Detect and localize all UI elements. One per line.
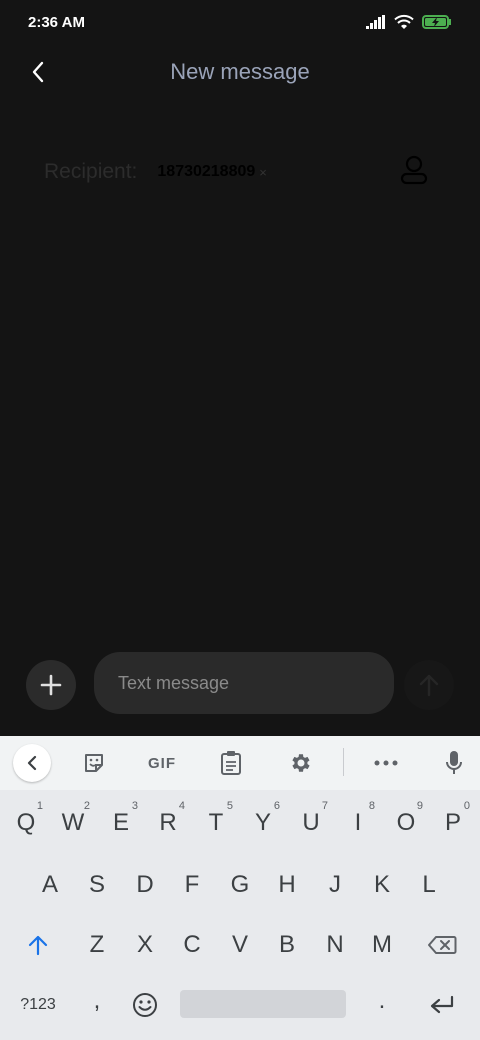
back-button[interactable]	[20, 54, 56, 90]
enter-icon	[430, 995, 454, 1014]
space-key[interactable]	[180, 990, 346, 1018]
symbols-key[interactable]: ?123	[8, 980, 68, 1030]
shift-icon	[28, 935, 48, 956]
key-m[interactable]: M	[359, 920, 405, 970]
keyboard-toolbar: GIF	[0, 736, 480, 790]
key-p[interactable]: P0	[430, 798, 476, 848]
recipient-label: Recipient:	[44, 160, 138, 183]
status-bar: 2:36 AM	[0, 0, 480, 44]
chip-remove-icon[interactable]: ×	[259, 165, 267, 180]
keyboard-collapse-button[interactable]	[13, 744, 51, 782]
key-r[interactable]: R4	[145, 798, 191, 848]
backspace-key[interactable]	[414, 920, 470, 970]
key-u[interactable]: U7	[288, 798, 334, 848]
key-t[interactable]: T5	[193, 798, 239, 848]
key-o[interactable]: O9	[383, 798, 429, 848]
sticker-button[interactable]	[74, 744, 114, 782]
key-h[interactable]: H	[264, 860, 310, 910]
status-icons	[366, 14, 452, 30]
recipient-chip[interactable]: 18730218809	[157, 163, 255, 181]
header: New message	[0, 44, 480, 100]
plus-icon	[40, 674, 62, 696]
arrow-up-icon	[419, 674, 439, 697]
key-a[interactable]: A	[27, 860, 73, 910]
emoji-icon	[133, 993, 157, 1017]
person-icon	[400, 155, 428, 185]
comma-key[interactable]: ,	[74, 976, 120, 1026]
clipboard-icon	[221, 751, 241, 775]
enter-key[interactable]	[416, 980, 468, 1030]
key-w[interactable]: W2	[50, 798, 96, 848]
backspace-icon	[428, 936, 457, 954]
page-title: New message	[170, 59, 310, 84]
key-e[interactable]: E3	[98, 798, 144, 848]
key-d[interactable]: D	[122, 860, 168, 910]
key-y[interactable]: Y6	[240, 798, 286, 848]
key-f[interactable]: F	[169, 860, 215, 910]
key-j[interactable]: J	[312, 860, 358, 910]
key-v[interactable]: V	[217, 920, 263, 970]
keyboard: GIF Q 1 W 2 E 3 R 4 T 5 Y 6 U 7 I 8 O 9 …	[0, 736, 480, 1040]
key-s[interactable]: S	[74, 860, 120, 910]
battery-charging-icon	[422, 15, 451, 29]
mic-icon	[446, 751, 462, 774]
chevron-left-icon	[32, 61, 44, 83]
emoji-key[interactable]	[122, 980, 168, 1030]
toolbar-divider	[343, 748, 344, 776]
send-button[interactable]	[404, 660, 454, 710]
more-icon	[374, 760, 398, 766]
key-l[interactable]: L	[406, 860, 452, 910]
key-q[interactable]: Q1	[3, 798, 49, 848]
period-key[interactable]: .	[359, 976, 405, 1026]
signal-icon	[366, 15, 385, 29]
gif-icon: GIF	[148, 754, 176, 772]
key-g[interactable]: G	[217, 860, 263, 910]
shift-key[interactable]	[12, 920, 64, 970]
key-n[interactable]: N	[312, 920, 358, 970]
gif-button[interactable]: GIF	[140, 744, 184, 782]
contact-picker-button[interactable]	[394, 150, 434, 190]
settings-button[interactable]	[281, 744, 321, 782]
add-attachment-button[interactable]	[26, 660, 76, 710]
wifi-icon	[394, 14, 414, 29]
key-z[interactable]: Z	[74, 920, 120, 970]
more-button[interactable]	[366, 744, 406, 782]
gear-icon	[292, 754, 310, 772]
sticker-icon	[85, 754, 103, 772]
key-i[interactable]: I8	[335, 798, 381, 848]
clipboard-button[interactable]	[211, 744, 251, 782]
key-x[interactable]: X	[122, 920, 168, 970]
chevron-left-icon	[27, 755, 37, 771]
voice-input-button[interactable]	[434, 744, 474, 782]
key-k[interactable]: K	[359, 860, 405, 910]
message-input[interactable]	[94, 652, 394, 714]
status-time: 2:36 AM	[28, 13, 85, 31]
key-b[interactable]: B	[264, 920, 310, 970]
key-c[interactable]: C	[169, 920, 215, 970]
recipient-row[interactable]: Recipient: 18730218809 ×	[44, 148, 444, 196]
